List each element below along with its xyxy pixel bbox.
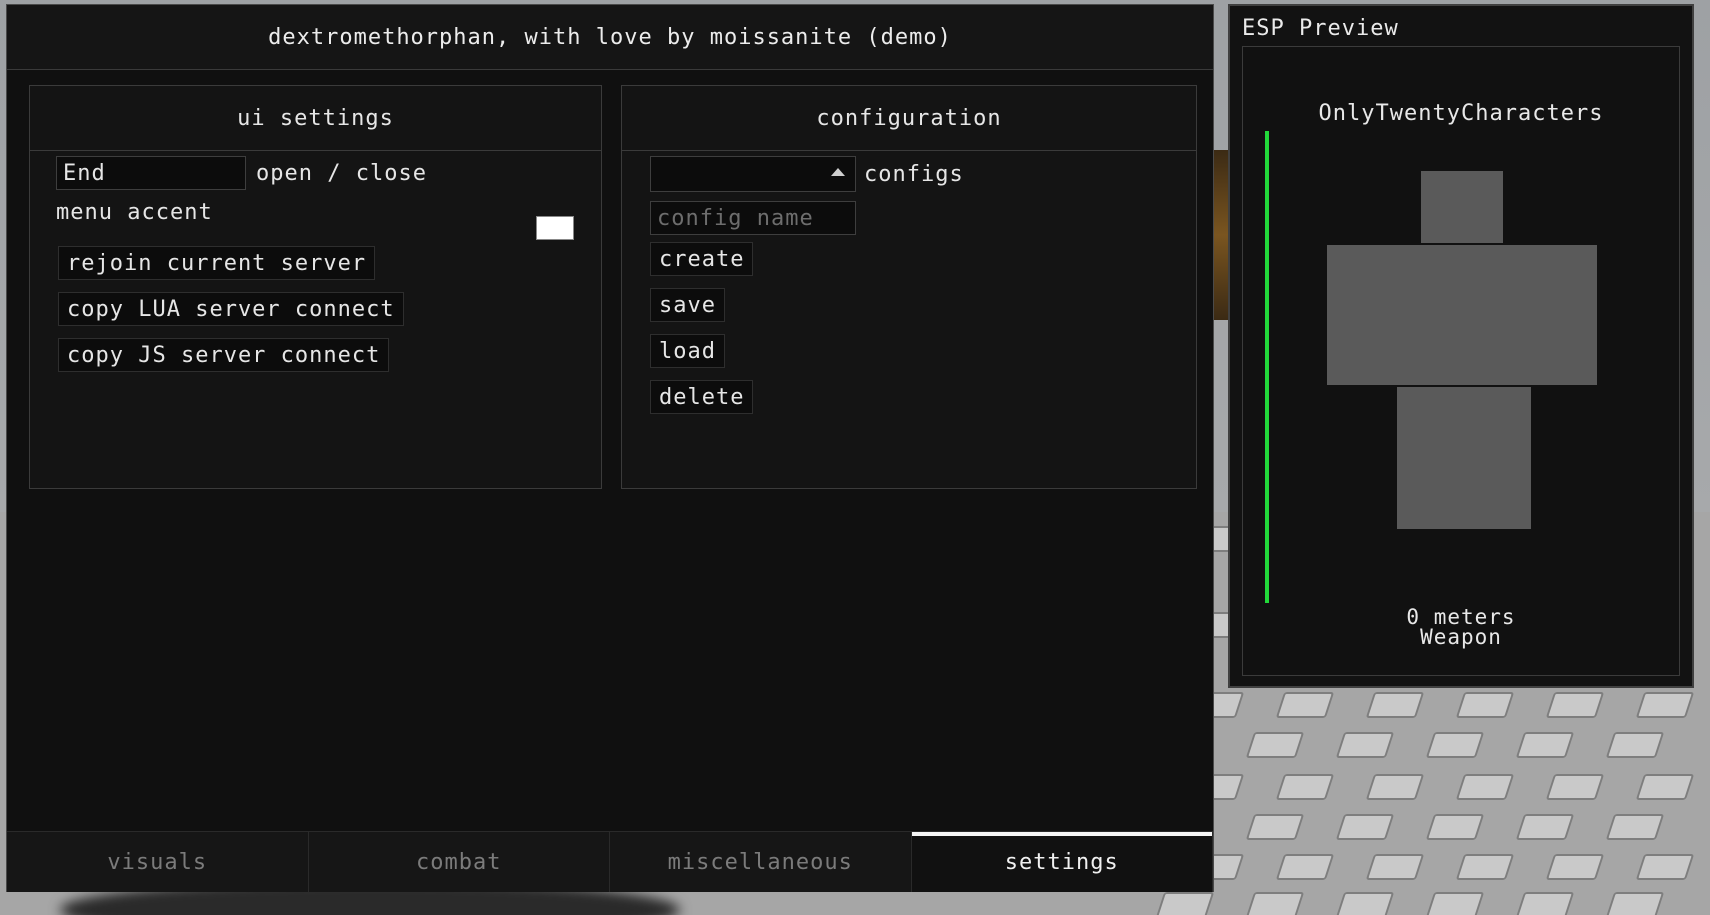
keybind-input[interactable]: End <box>56 156 246 190</box>
floor-tile <box>1275 774 1335 801</box>
floor-tile <box>1455 854 1515 881</box>
floor-tile <box>1245 814 1305 841</box>
floor-tile <box>1275 692 1335 719</box>
floor-tile <box>1245 732 1305 759</box>
configs-label: configs <box>864 161 964 187</box>
floor-tile <box>1635 692 1695 719</box>
keybind-label: open / close <box>256 160 427 186</box>
floor-tile <box>1335 892 1395 915</box>
menu-accent-row: menu accent <box>56 200 213 225</box>
esp-preview-canvas: OnlyTwentyCharacters 0 meters Weapon <box>1242 46 1680 676</box>
esp-preview-window: ESP Preview OnlyTwentyCharacters 0 meter… <box>1228 4 1694 688</box>
floor-tile <box>1275 854 1335 881</box>
floor-tile <box>1425 732 1485 759</box>
floor-tile <box>1455 692 1515 719</box>
configs-row: configs <box>650 156 964 192</box>
configs-dropdown[interactable] <box>650 156 856 192</box>
copy-js-connect-button[interactable]: copy JS server connect <box>58 338 390 372</box>
floor-tile <box>1335 814 1395 841</box>
floor-tile <box>1545 692 1605 719</box>
tab-miscellaneous[interactable]: miscellaneous <box>610 832 912 892</box>
title-bar[interactable]: dextromethorphan, with love by moissanit… <box>7 5 1213 70</box>
esp-weapon-text: Weapon <box>1420 625 1502 649</box>
floor-tile <box>1635 774 1695 801</box>
keybind-row: End open / close <box>56 156 427 190</box>
floor-tile <box>1545 854 1605 881</box>
menu-accent-color-picker[interactable] <box>536 216 574 240</box>
floor-tile <box>1515 814 1575 841</box>
esp-head-box <box>1421 171 1503 243</box>
esp-preview-title: ESP Preview <box>1242 16 1399 41</box>
tab-bar: visuals combat miscellaneous settings <box>7 831 1213 892</box>
rejoin-server-button[interactable]: rejoin current server <box>58 246 376 280</box>
configuration-panel: configuration configs config name create… <box>621 85 1197 489</box>
floor-tile <box>1545 774 1605 801</box>
load-config-button[interactable]: load <box>650 334 725 368</box>
floor-tile <box>1365 692 1425 719</box>
tab-settings[interactable]: settings <box>911 832 1213 892</box>
floor-tile <box>1635 854 1695 881</box>
esp-legs-box <box>1397 387 1531 529</box>
floor-tile <box>1455 774 1515 801</box>
floor-tile <box>1365 854 1425 881</box>
esp-torso-box <box>1327 245 1597 385</box>
floor-tile <box>1605 892 1665 915</box>
delete-config-button[interactable]: delete <box>650 380 754 414</box>
floor-tile <box>1155 892 1215 915</box>
floor-tile <box>1425 814 1485 841</box>
main-menu-window: dextromethorphan, with love by moissanit… <box>6 4 1214 892</box>
esp-health-fill <box>1265 131 1269 603</box>
tab-combat[interactable]: combat <box>308 832 610 892</box>
config-name-input[interactable]: config name <box>650 201 856 235</box>
floor-tile <box>1245 892 1305 915</box>
floor-tile <box>1335 732 1395 759</box>
window-title: dextromethorphan, with love by moissanit… <box>268 24 952 50</box>
configuration-header: configuration <box>622 86 1196 151</box>
menu-accent-label: menu accent <box>56 200 213 225</box>
save-config-button[interactable]: save <box>650 288 725 322</box>
esp-health-bar <box>1265 131 1269 603</box>
floor-tile <box>1365 774 1425 801</box>
tab-visuals[interactable]: visuals <box>7 832 309 892</box>
floor-tile <box>1515 892 1575 915</box>
floor-tile <box>1605 732 1665 759</box>
floor-tile <box>1605 814 1665 841</box>
copy-lua-connect-button[interactable]: copy LUA server connect <box>58 292 404 326</box>
esp-player-name: OnlyTwentyCharacters <box>1318 101 1604 126</box>
floor-tile <box>1425 892 1485 915</box>
ui-settings-header: ui settings <box>30 86 601 151</box>
dropdown-arrow-icon <box>831 168 845 176</box>
floor-tile <box>1515 732 1575 759</box>
create-config-button[interactable]: create <box>650 242 754 276</box>
ui-settings-panel: ui settings End open / close menu accent… <box>29 85 602 489</box>
